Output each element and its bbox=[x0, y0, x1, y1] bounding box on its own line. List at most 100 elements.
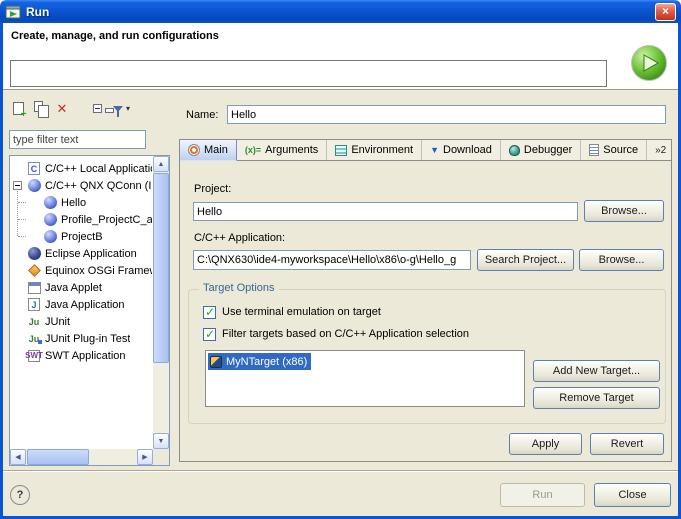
tab-main[interactable]: Main bbox=[180, 140, 237, 161]
tab-label: Download bbox=[443, 144, 492, 156]
tree-item-projectb[interactable]: ProjectB bbox=[11, 228, 152, 245]
name-label: Name: bbox=[186, 108, 218, 122]
target-list-item[interactable]: MyNTarget (x86) bbox=[208, 353, 311, 370]
tree-item-hello[interactable]: Hello bbox=[11, 194, 152, 211]
scroll-right-icon[interactable]: ▶ bbox=[137, 449, 153, 465]
tree-item-junit-plugin-test[interactable]: Ju JUnit Plug-in Test bbox=[11, 330, 152, 347]
tree-item-label: Hello bbox=[61, 197, 86, 209]
target-options-group: Target Options Use terminal emulation on… bbox=[188, 289, 666, 424]
download-icon bbox=[430, 145, 439, 155]
c-application-icon: C bbox=[27, 162, 41, 176]
apply-button[interactable]: Apply bbox=[509, 433, 582, 455]
collapse-all-icon[interactable] bbox=[88, 99, 106, 117]
dialog-banner: Create, manage, and run configurations bbox=[3, 23, 678, 90]
tab-arguments[interactable]: Arguments bbox=[237, 140, 327, 160]
tree-item-label: Equinox OSGi Framewo bbox=[45, 265, 152, 277]
filter-input[interactable] bbox=[9, 130, 146, 149]
new-configuration-icon[interactable] bbox=[9, 99, 27, 117]
close-button[interactable]: Close bbox=[594, 483, 671, 507]
button-label: Apply bbox=[532, 438, 560, 450]
collapse-expander-icon[interactable] bbox=[13, 181, 22, 190]
tree-item-label: Eclipse Application bbox=[45, 248, 137, 260]
java-application-icon: J bbox=[27, 298, 41, 312]
button-label: Remove Target bbox=[559, 392, 633, 404]
tree-item-label: Java Applet bbox=[45, 282, 102, 294]
title-bar[interactable]: Run × bbox=[0, 0, 681, 23]
browse-project-button[interactable]: Browse... bbox=[584, 200, 664, 222]
run-launch-button[interactable] bbox=[630, 44, 668, 82]
dialog-heading: Create, manage, and run configurations bbox=[11, 30, 219, 42]
tree-item-label: JUnit bbox=[45, 316, 70, 328]
close-icon[interactable]: × bbox=[655, 3, 676, 21]
search-project-button[interactable]: Search Project... bbox=[477, 249, 574, 271]
tree-item-label: ProjectB bbox=[61, 231, 103, 243]
tree-item-junit[interactable]: Ju JUnit bbox=[11, 313, 152, 330]
tree-item-label: C/C++ Local Application bbox=[45, 163, 152, 175]
terminal-emulation-checkbox[interactable] bbox=[203, 306, 216, 319]
checkbox-label: Use terminal emulation on target bbox=[222, 306, 381, 318]
name-input[interactable] bbox=[227, 105, 666, 124]
browse-application-button[interactable]: Browse... bbox=[579, 249, 664, 271]
arguments-icon bbox=[245, 145, 261, 155]
run-button[interactable]: Run bbox=[500, 483, 585, 507]
tree-horizontal-scrollbar[interactable]: ◀ ▶ bbox=[10, 449, 153, 465]
tree-item-label: JUnit Plug-in Test bbox=[45, 333, 130, 345]
tab-source[interactable]: Source bbox=[581, 140, 647, 160]
tree-item-label: Profile_ProjectC_ap bbox=[61, 214, 152, 226]
filter-dropdown-caret-icon[interactable]: ▾ bbox=[126, 104, 130, 113]
run-dialog-icon bbox=[5, 4, 21, 20]
scroll-up-icon[interactable]: ▲ bbox=[153, 156, 169, 172]
scroll-down-icon[interactable]: ▼ bbox=[153, 433, 169, 449]
project-input[interactable] bbox=[193, 202, 578, 221]
button-label: Add New Target... bbox=[553, 365, 640, 377]
remove-target-button[interactable]: Remove Target bbox=[533, 387, 660, 409]
checkbox-label: Filter targets based on C/C++ Applicatio… bbox=[222, 328, 469, 340]
tree-vertical-scrollbar[interactable]: ▲ ▼ bbox=[153, 156, 169, 449]
junit-plugin-icon: Ju bbox=[27, 332, 41, 346]
tab-download[interactable]: Download bbox=[422, 140, 501, 160]
source-icon bbox=[589, 144, 599, 156]
footer-separator-highlight bbox=[3, 471, 678, 472]
qnx-qconn-icon bbox=[27, 179, 41, 193]
tab-label: Arguments bbox=[265, 144, 318, 156]
junit-icon: Ju bbox=[27, 315, 41, 329]
tab-label: Main bbox=[204, 144, 228, 156]
help-button[interactable]: ? bbox=[10, 485, 30, 505]
tree-item-cpp-local[interactable]: C C/C++ Local Application bbox=[11, 160, 152, 177]
tree-item-equinox-osgi[interactable]: Equinox OSGi Framewo bbox=[11, 262, 152, 279]
duplicate-configuration-icon[interactable] bbox=[31, 99, 49, 117]
application-label: C/C++ Application: bbox=[194, 231, 285, 245]
tab-debugger[interactable]: Debugger bbox=[501, 140, 581, 160]
tab-folder: Main Arguments Environment Download Debu… bbox=[179, 139, 672, 462]
terminal-emulation-checkbox-row: Use terminal emulation on target bbox=[203, 305, 381, 319]
tree-item-swt-application[interactable]: SWT SWT Application bbox=[11, 347, 152, 364]
add-new-target-button[interactable]: Add New Target... bbox=[533, 360, 660, 382]
application-path-input[interactable] bbox=[193, 250, 471, 270]
tab-label: Debugger bbox=[524, 144, 572, 156]
tab-environment[interactable]: Environment bbox=[327, 140, 422, 160]
tab-bar: Main Arguments Environment Download Debu… bbox=[180, 140, 671, 161]
button-label: Browse... bbox=[599, 254, 645, 266]
tab-overflow-chevron[interactable]: »2 bbox=[649, 140, 672, 160]
tab-label: Environment bbox=[351, 144, 413, 156]
tree-item-java-application[interactable]: J Java Application bbox=[11, 296, 152, 313]
scroll-left-icon[interactable]: ◀ bbox=[10, 449, 26, 465]
swt-application-icon: SWT bbox=[27, 349, 41, 363]
horizontal-scroll-thumb[interactable] bbox=[27, 449, 89, 465]
filter-icon[interactable] bbox=[109, 100, 127, 118]
tree-item-label: C/C++ QNX QConn (IP bbox=[45, 180, 152, 192]
vertical-scroll-thumb[interactable] bbox=[153, 173, 169, 363]
window-title: Run bbox=[26, 5, 49, 19]
target-icon bbox=[210, 356, 222, 368]
tree-item-java-applet[interactable]: Java Applet bbox=[11, 279, 152, 296]
tree-item-eclipse-application[interactable]: Eclipse Application bbox=[11, 245, 152, 262]
filter-targets-checkbox[interactable] bbox=[203, 328, 216, 341]
tree-item-profile-projectc[interactable]: Profile_ProjectC_ap bbox=[11, 211, 152, 228]
project-label: Project: bbox=[194, 182, 231, 196]
revert-button[interactable]: Revert bbox=[590, 433, 664, 455]
tree-item-qnx-qconn[interactable]: C/C++ QNX QConn (IP bbox=[11, 177, 152, 194]
scrollbar-corner bbox=[153, 449, 169, 465]
qnx-config-icon bbox=[43, 230, 57, 244]
button-label: Close bbox=[618, 489, 646, 501]
delete-configuration-icon[interactable]: ✕ bbox=[53, 99, 71, 117]
